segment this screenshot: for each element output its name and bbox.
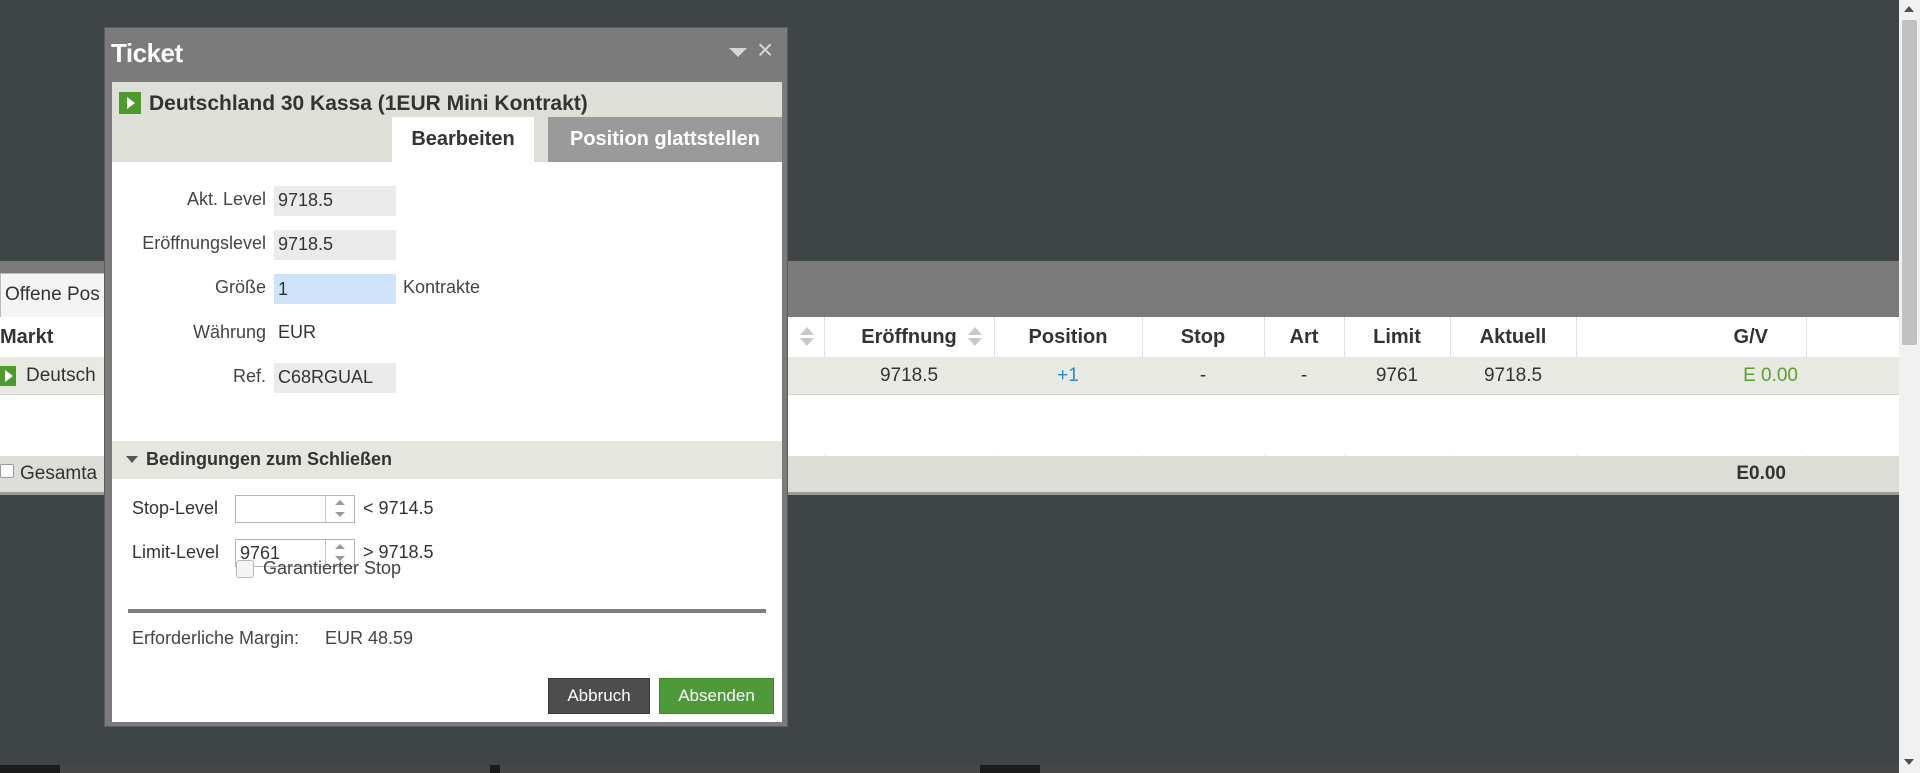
row-type: -	[1300, 364, 1308, 386]
dialog-body: Deutschland 30 Kassa (1EUR Mini Kontrakt…	[112, 82, 782, 722]
opening-level-label: Eröffnungslevel	[142, 233, 266, 253]
stop-level-hint: < 9714.5	[363, 498, 434, 518]
cancel-button[interactable]: Abbruch	[548, 678, 650, 714]
stop-level-stepper[interactable]	[235, 495, 355, 523]
stepper-buttons[interactable]	[325, 496, 354, 522]
currency-value: EUR	[278, 322, 317, 342]
opening-level-value: 9718.5	[274, 230, 396, 260]
tab-edit[interactable]: Bearbeiten	[392, 117, 534, 162]
row-stop: -	[1199, 364, 1207, 386]
row-current: 9718.5	[1483, 364, 1543, 386]
stop-level-input[interactable]	[236, 496, 334, 522]
col-limit[interactable]: Limit	[1344, 317, 1450, 357]
bottom-strip	[0, 765, 1899, 773]
row-market[interactable]: Deutsch	[26, 357, 106, 394]
guaranteed-stop-checkbox[interactable]	[236, 560, 254, 578]
size-input[interactable]	[274, 274, 396, 304]
dialog-title[interactable]: Ticket	[111, 38, 183, 69]
ref-label: Ref.	[232, 366, 266, 386]
col-position[interactable]: Position	[994, 317, 1142, 357]
close-conditions-label[interactable]: Bedingungen zum Schließen	[146, 449, 392, 470]
strip-segment	[500, 765, 980, 773]
current-level-label: Akt. Level	[186, 189, 266, 209]
total-value: E0.00	[1736, 463, 1786, 484]
divider	[128, 609, 766, 613]
sort-icon[interactable]	[800, 325, 814, 349]
scroll-up-icon[interactable]	[1904, 6, 1914, 12]
stepper-up-icon[interactable]	[335, 544, 345, 549]
col-type[interactable]: Art	[1264, 317, 1344, 357]
strip-segment	[60, 765, 490, 773]
stepper-up-icon[interactable]	[335, 500, 345, 505]
collapse-icon[interactable]	[126, 456, 138, 463]
row-opening: 9718.5	[879, 364, 939, 386]
col-stop[interactable]: Stop	[1142, 317, 1264, 357]
ref-value: C68RGUAL	[274, 363, 396, 393]
guaranteed-stop-label[interactable]: Garantierter Stop	[263, 558, 401, 579]
tab-close-position[interactable]: Position glattstellen	[548, 117, 782, 162]
stepper-down-icon[interactable]	[335, 512, 345, 517]
current-level-value: 9718.5	[274, 186, 396, 216]
instrument-bar: Deutschland 30 Kassa (1EUR Mini Kontrakt…	[112, 82, 782, 162]
submit-button[interactable]: Absenden	[659, 678, 774, 714]
market-play-icon[interactable]	[119, 92, 141, 114]
ticket-dialog: Ticket × Deutschland 30 Kassa (1EUR Mini…	[104, 27, 788, 727]
size-unit: Kontrakte	[403, 277, 481, 297]
row-position[interactable]: +1	[994, 357, 1142, 394]
scroll-down-icon[interactable]	[1904, 759, 1914, 765]
scroll-thumb[interactable]	[1902, 20, 1917, 345]
col-market[interactable]: Markt	[0, 317, 60, 357]
margin-label: Erforderliche Margin:	[132, 628, 300, 648]
row-pnl: E 0.00	[1743, 364, 1798, 386]
market-play-icon[interactable]	[0, 366, 16, 386]
close-icon[interactable]: ×	[757, 36, 773, 64]
minimize-icon[interactable]	[729, 48, 747, 57]
stop-level-label: Stop-Level	[132, 498, 219, 518]
margin-value: EUR 48.59	[325, 628, 414, 648]
row-limit: 9761	[1375, 364, 1419, 386]
close-conditions-header[interactable]: Bedingungen zum Schließen	[112, 441, 782, 479]
instrument-name: Deutschland 30 Kassa (1EUR Mini Kontrakt…	[149, 92, 588, 115]
limit-level-label: Limit-Level	[132, 542, 220, 562]
strip-segment	[1040, 765, 1899, 773]
total-checkbox[interactable]	[0, 464, 14, 478]
col-current[interactable]: Aktuell	[1450, 317, 1576, 357]
page-scrollbar[interactable]	[1899, 0, 1920, 773]
size-label: Größe	[214, 277, 266, 297]
currency-label: Währung	[192, 322, 266, 342]
sort-icon[interactable]	[968, 325, 982, 349]
col-pnl[interactable]: G/V	[1576, 317, 1788, 357]
